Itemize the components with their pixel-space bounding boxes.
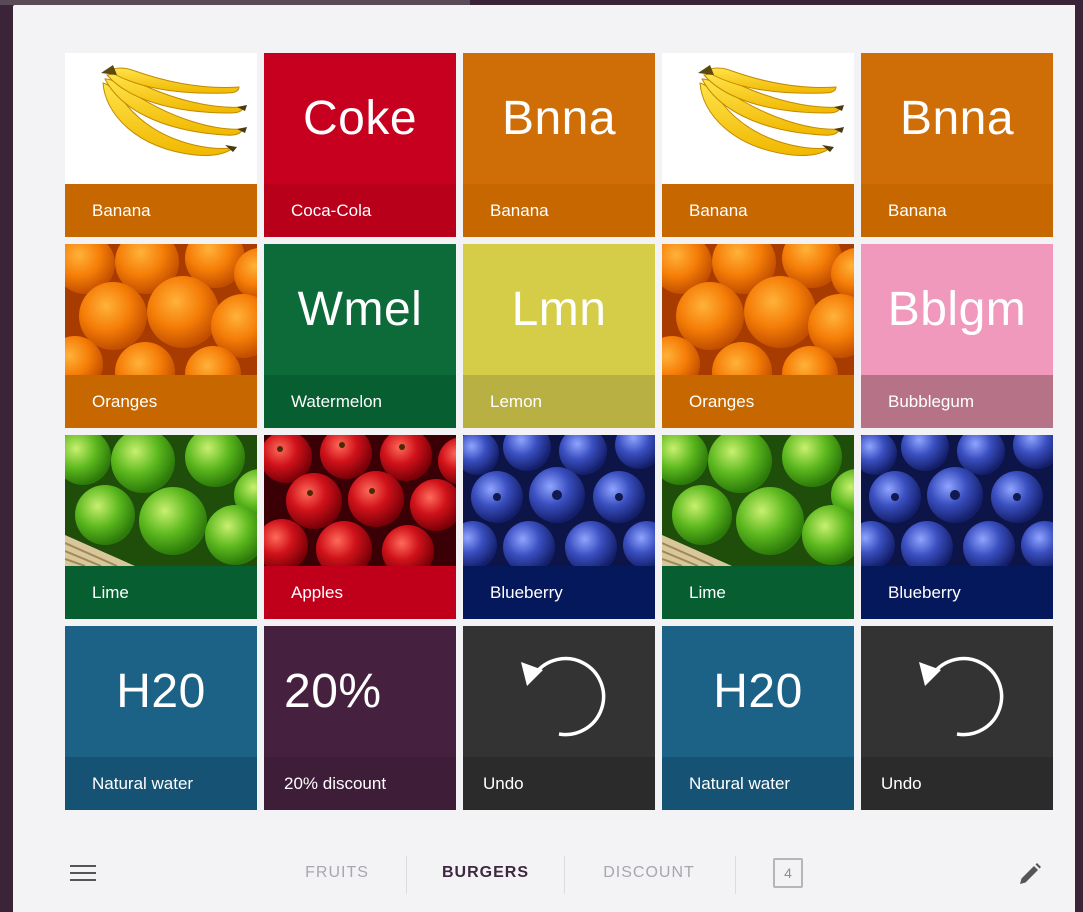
tile-label: Oranges [662, 375, 854, 428]
product-tile-natural-water[interactable]: H20 Natural water [662, 626, 854, 810]
blueberries-image [463, 435, 655, 566]
tab-divider [735, 856, 736, 894]
tile-label: Natural water [65, 757, 257, 810]
blueberries-image [861, 435, 1053, 566]
tile-abbreviation: 20% [284, 665, 382, 718]
limes-image [65, 435, 257, 566]
product-tile-natural-water[interactable]: H20 Natural water [65, 626, 257, 810]
product-tile-banana[interactable]: Banana [65, 53, 257, 237]
pencil-icon[interactable] [1015, 861, 1043, 889]
limes-image [662, 435, 854, 566]
tile-abbreviation: Bnna [501, 92, 617, 145]
tile-abbreviation: Lmn [511, 283, 607, 336]
tile-label: Lime [662, 566, 854, 619]
tile-label: Lime [65, 566, 257, 619]
banana-image [662, 53, 854, 184]
product-tile-banana[interactable]: Banana [662, 53, 854, 237]
product-tile-oranges[interactable]: Oranges [662, 244, 854, 428]
product-tile-apples[interactable]: Apples [264, 435, 456, 619]
undo-icon [463, 626, 655, 757]
tile-abbreviation: Bblgm [887, 283, 1027, 336]
tile-abbreviation: Wmel [297, 283, 423, 336]
product-tile-blueberry[interactable]: Blueberry [861, 435, 1053, 619]
discount-tile-20-percent[interactable]: 20% 20% discount [264, 626, 456, 810]
banana-image [65, 53, 257, 184]
tile-label: Banana [463, 184, 655, 237]
product-tile-blueberry[interactable]: Blueberry [463, 435, 655, 619]
tile-label: Lemon [463, 375, 655, 428]
product-tile-bubblegum[interactable]: Bblgm Bubblegum [861, 244, 1053, 428]
oranges-image [65, 244, 257, 375]
apples-image [264, 435, 456, 566]
product-tile-banana-text[interactable]: Bnna Banana [861, 53, 1053, 237]
tab-divider [406, 856, 407, 894]
product-tile-lime[interactable]: Lime [65, 435, 257, 619]
product-tile-coca-cola[interactable]: Coke Coca-Cola [264, 53, 456, 237]
tab-divider [564, 856, 565, 894]
tile-label: Bubblegum [861, 375, 1053, 428]
tile-label: Natural water [662, 757, 854, 810]
tile-abbreviation: Bnna [899, 92, 1015, 145]
oranges-image [662, 244, 854, 375]
tile-abbreviation: H20 [116, 665, 206, 718]
tile-label: Undo [463, 757, 655, 810]
tab-burgers[interactable]: BURGERS [423, 843, 548, 903]
tile-label: Blueberry [861, 566, 1053, 619]
undo-tile[interactable]: Undo [861, 626, 1053, 810]
tab-discount[interactable]: DISCOUNT [581, 843, 717, 903]
undo-icon [861, 626, 1053, 757]
category-bar: FRUITS BURGERS DISCOUNT 4 [13, 843, 1075, 903]
tile-label: Apples [264, 566, 456, 619]
tile-abbreviation: H20 [713, 665, 803, 718]
tile-label: Banana [65, 184, 257, 237]
tile-label: 20% discount [264, 757, 456, 810]
product-tile-lemon[interactable]: Lmn Lemon [463, 244, 655, 428]
undo-tile[interactable]: Undo [463, 626, 655, 810]
tile-label: Oranges [65, 375, 257, 428]
product-tile-oranges[interactable]: Oranges [65, 244, 257, 428]
pos-screen: Banana Coke Coca-Cola Bnna Banana Banana… [13, 5, 1075, 912]
tile-label: Blueberry [463, 566, 655, 619]
product-grid: Banana Coke Coca-Cola Bnna Banana Banana… [65, 53, 1053, 810]
product-tile-banana-text[interactable]: Bnna Banana [463, 53, 655, 237]
tile-label: Banana [662, 184, 854, 237]
product-tile-watermelon[interactable]: Wmel Watermelon [264, 244, 456, 428]
tile-label: Coca-Cola [264, 184, 456, 237]
page-count-badge[interactable]: 4 [773, 858, 803, 888]
hamburger-menu-icon[interactable] [68, 861, 98, 885]
tile-label: Watermelon [264, 375, 456, 428]
tile-label: Banana [861, 184, 1053, 237]
tile-abbreviation: Coke [302, 92, 418, 145]
product-tile-lime[interactable]: Lime [662, 435, 854, 619]
tab-fruits[interactable]: FRUITS [283, 843, 391, 903]
tile-label: Undo [861, 757, 1053, 810]
